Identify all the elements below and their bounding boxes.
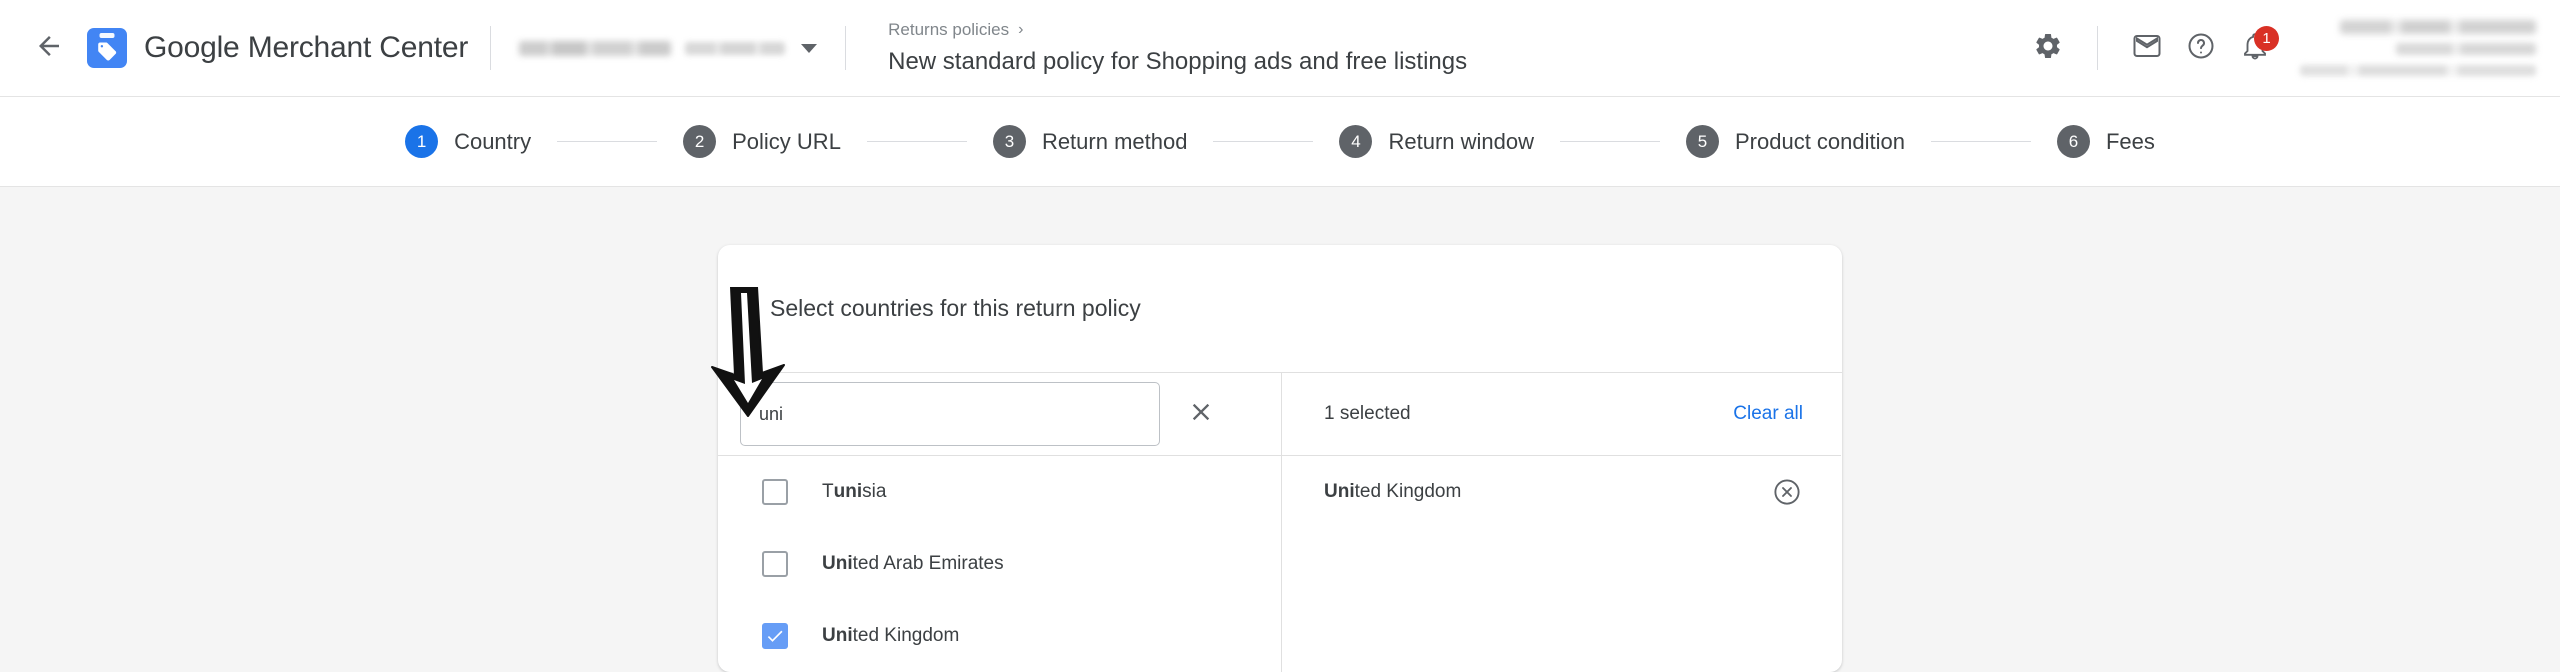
checkbox-unchecked[interactable] bbox=[762, 479, 788, 505]
back-button[interactable] bbox=[25, 24, 73, 72]
country-option-united-kingdom[interactable]: United Kingdom bbox=[718, 600, 1281, 672]
step-label: Country bbox=[454, 129, 531, 155]
clear-search-button[interactable] bbox=[1176, 389, 1226, 439]
step-label: Fees bbox=[2106, 129, 2155, 155]
checkbox-unchecked[interactable] bbox=[762, 551, 788, 577]
stepper-item-return-window[interactable]: 4 Return window bbox=[1339, 125, 1534, 158]
back-arrow-icon bbox=[34, 31, 64, 66]
brand-title: Google Merchant Center bbox=[144, 31, 468, 65]
page-heading-block: Returns policies › New standard policy f… bbox=[888, 12, 1467, 84]
brand-product: Merchant Center bbox=[248, 31, 468, 64]
card-columns: Tunisia United Arab Emirates United Kingdo… bbox=[718, 373, 1842, 672]
step-connector bbox=[867, 141, 967, 142]
step-number: 2 bbox=[683, 125, 716, 158]
envelope-icon bbox=[2132, 31, 2162, 66]
user-name-redacted bbox=[2340, 20, 2536, 34]
messages-button[interactable] bbox=[2120, 21, 2174, 75]
step-number: 6 bbox=[2057, 125, 2090, 158]
country-option-tunisia[interactable]: Tunisia bbox=[718, 456, 1281, 528]
country-selection-card: Select countries for this return policy … bbox=[718, 245, 1842, 672]
top-app-bar: Google Merchant Center Returns policies … bbox=[0, 0, 2560, 97]
selected-country-list: United Kingdom bbox=[1282, 456, 1841, 528]
step-connector bbox=[1560, 141, 1660, 142]
topbar-actions: 1 bbox=[2021, 21, 2282, 75]
merchant-center-logo-link[interactable]: Google Merchant Center bbox=[87, 28, 468, 68]
step-label: Policy URL bbox=[732, 129, 841, 155]
step-label: Return window bbox=[1388, 129, 1534, 155]
step-number: 1 bbox=[405, 125, 438, 158]
selected-countries-column: 1 selected Clear all United Kingdom bbox=[1282, 373, 1841, 672]
help-circle-icon bbox=[2186, 31, 2216, 66]
breadcrumb-label: Returns policies bbox=[888, 19, 1009, 41]
selected-summary-row: 1 selected Clear all bbox=[1282, 373, 1841, 455]
country-option-label: Tunisia bbox=[822, 481, 886, 503]
user-email-redacted bbox=[2396, 43, 2536, 55]
card-header: Select countries for this return policy bbox=[718, 245, 1842, 372]
account-selector[interactable] bbox=[513, 25, 823, 71]
notifications-button[interactable]: 1 bbox=[2228, 21, 2282, 75]
wizard-stepper: 1 Country 2 Policy URL 3 Return method 4 Return… bbox=[0, 97, 2560, 187]
user-info-redacted[interactable] bbox=[2300, 20, 2536, 76]
step-number: 3 bbox=[993, 125, 1026, 158]
country-search-input[interactable] bbox=[740, 382, 1160, 446]
step-number: 4 bbox=[1339, 125, 1372, 158]
chevron-right-icon: › bbox=[1018, 19, 1023, 41]
stepper-item-policy-url[interactable]: 2 Policy URL bbox=[683, 125, 841, 158]
card-title: Select countries for this return policy bbox=[770, 295, 1141, 322]
brand-google: Google bbox=[144, 31, 240, 64]
help-button[interactable] bbox=[2174, 21, 2228, 75]
chevron-down-icon bbox=[801, 44, 817, 53]
breadcrumb[interactable]: Returns policies › bbox=[888, 19, 1467, 41]
divider bbox=[490, 26, 491, 70]
country-option-list: Tunisia United Arab Emirates United Kingdo… bbox=[718, 456, 1281, 672]
step-connector bbox=[1213, 141, 1313, 142]
settings-button[interactable] bbox=[2021, 21, 2075, 75]
divider bbox=[2097, 26, 2098, 70]
country-option-label: United Arab Emirates bbox=[822, 553, 1004, 575]
step-connector bbox=[1931, 141, 2031, 142]
country-option-label: United Kingdom bbox=[822, 625, 959, 647]
user-meta-redacted bbox=[2300, 65, 2536, 76]
step-label: Product condition bbox=[1735, 129, 1905, 155]
stepper-item-product-condition[interactable]: 5 Product condition bbox=[1686, 125, 1905, 158]
search-row bbox=[718, 373, 1281, 455]
checkbox-checked[interactable] bbox=[762, 623, 788, 649]
stepper-item-country[interactable]: 1 Country bbox=[405, 125, 531, 158]
page-title: New standard policy for Shopping ads and… bbox=[888, 47, 1467, 77]
account-name-redacted bbox=[519, 41, 671, 56]
close-x-icon bbox=[1187, 398, 1215, 431]
selected-country-label: United Kingdom bbox=[1324, 481, 1461, 503]
country-option-united-arab-emirates[interactable]: United Arab Emirates bbox=[718, 528, 1281, 600]
merchant-center-tag-logo-icon bbox=[87, 28, 127, 68]
step-label: Return method bbox=[1042, 129, 1188, 155]
stepper-item-fees[interactable]: 6 Fees bbox=[2057, 125, 2155, 158]
account-id-redacted bbox=[685, 42, 785, 55]
step-number: 5 bbox=[1686, 125, 1719, 158]
stepper-item-return-method[interactable]: 3 Return method bbox=[993, 125, 1188, 158]
checkmark-icon bbox=[765, 626, 785, 646]
gear-icon bbox=[2033, 31, 2063, 66]
step-connector bbox=[557, 141, 657, 142]
country-search-column: Tunisia United Arab Emirates United Kingdo… bbox=[718, 373, 1282, 672]
remove-circle-x-icon[interactable] bbox=[1769, 474, 1805, 510]
notification-badge: 1 bbox=[2254, 26, 2279, 51]
clear-all-button[interactable]: Clear all bbox=[1733, 403, 1803, 425]
stepper-items: 1 Country 2 Policy URL 3 Return method 4 Return… bbox=[405, 125, 2155, 158]
selected-country-united-kingdom: United Kingdom bbox=[1282, 456, 1841, 528]
divider bbox=[845, 26, 846, 70]
selected-count: 1 selected bbox=[1324, 403, 1411, 425]
